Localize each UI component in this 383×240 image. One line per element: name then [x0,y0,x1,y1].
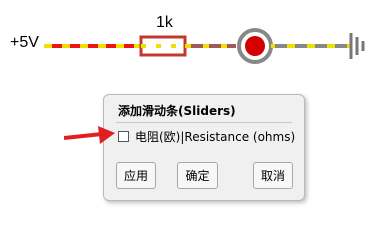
resistance-checkbox-row[interactable]: 电阻(欧)|Resistance (ohms) [118,128,295,145]
ok-button[interactable]: 确定 [177,162,218,189]
add-sliders-dialog: 添加滑动条(Sliders) 电阻(欧)|Resistance (ohms) 应… [103,94,305,201]
resistance-checkbox[interactable] [118,131,129,142]
apply-button[interactable]: 应用 [116,162,156,189]
led-core [245,36,265,56]
circuit-drawing [44,28,365,64]
dialog-divider [116,122,292,123]
cancel-button[interactable]: 取消 [253,162,293,189]
voltage-label: +5V [10,34,39,51]
red-arrow-icon [64,126,115,144]
resistor-value-label: 1k [156,14,173,31]
circuit-canvas[interactable]: +5V 1k [0,0,383,95]
resistor-shape [139,35,187,57]
dialog-title: 添加滑动条(Sliders) [118,104,236,118]
resistance-checkbox-label[interactable]: 电阻(欧)|Resistance (ohms) [135,128,295,145]
